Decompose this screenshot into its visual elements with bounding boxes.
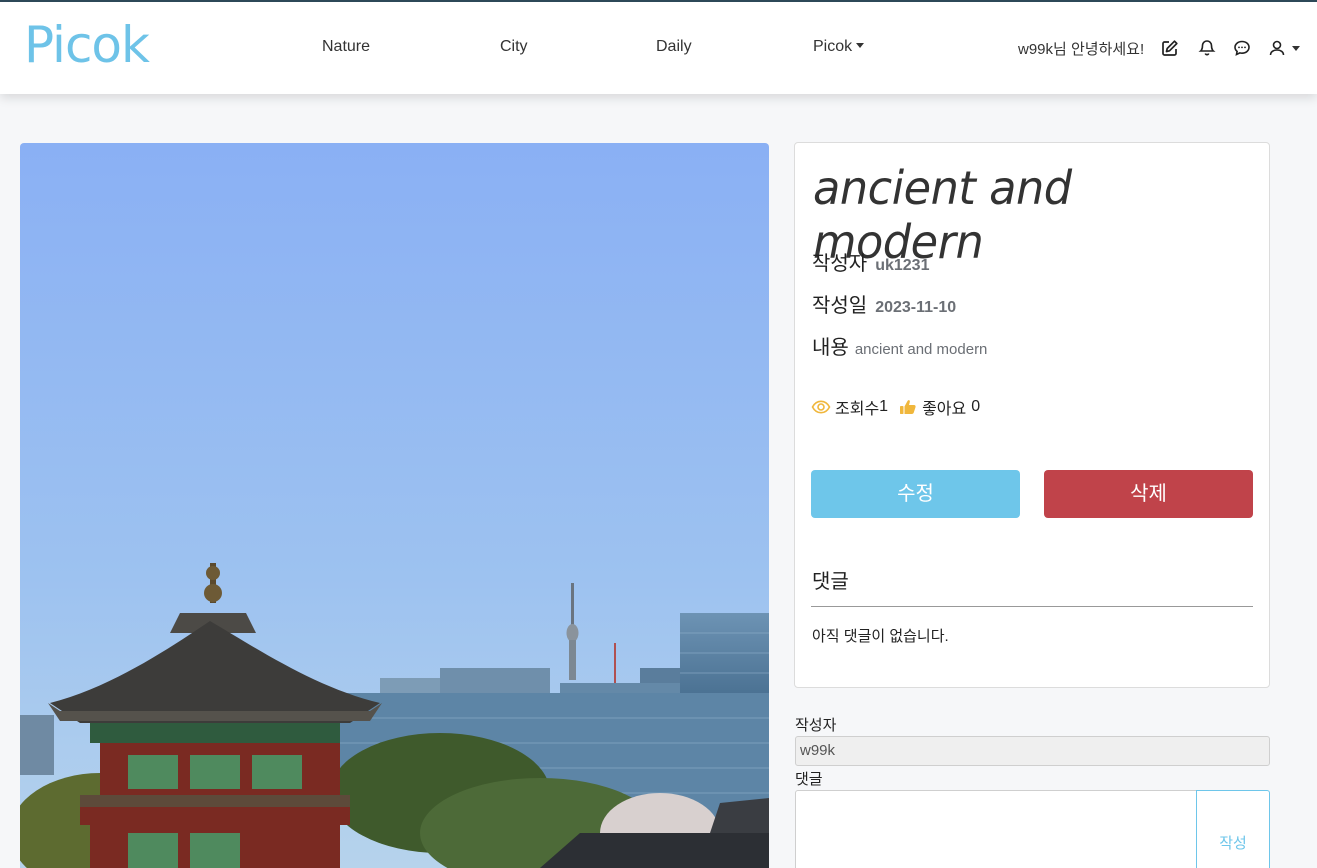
likes-label: 좋아요 (922, 401, 967, 418)
edit-icon[interactable] (1160, 38, 1180, 58)
post-photo (20, 143, 769, 868)
chat-icon[interactable] (1232, 38, 1252, 58)
comments-heading: 댓글 (812, 571, 849, 593)
navbar: Picok Nature City Daily Picok w99k님 안녕하세… (0, 2, 1317, 94)
edit-button[interactable]: 수정 (811, 470, 1020, 518)
date-label: 작성일 (812, 295, 868, 317)
no-comments-message: 아직 댓글이 없습니다. (812, 628, 949, 645)
content-row: 내용 ancient and modern (812, 331, 987, 360)
nav-link-daily[interactable]: Daily (656, 38, 692, 56)
content-value: ancient and modern (854, 341, 988, 358)
user-icon[interactable] (1267, 38, 1287, 58)
date-value: 2023-11-10 (875, 299, 957, 316)
views-label: 조회수 (835, 401, 880, 418)
comment-author-field: w99k (795, 736, 1270, 766)
comments-divider (811, 606, 1253, 607)
user-menu-caret-icon[interactable] (1292, 46, 1300, 51)
comment-author-label: 작성자 (795, 717, 837, 734)
post-detail-card: ancient and modern 작성자 uk1231 작성일 2023-11-… (794, 142, 1270, 688)
nav-link-city[interactable]: City (500, 38, 528, 56)
thumbs-up-icon[interactable] (898, 397, 918, 417)
comment-submit-button[interactable]: 작성 (1196, 790, 1270, 868)
post-stats: 조회수 1 좋아요 0 (811, 395, 980, 419)
author-label: 작성자 (812, 253, 868, 275)
author-value: uk1231 (875, 257, 930, 274)
nav-dropdown-picok[interactable]: Picok (813, 38, 864, 56)
likes-count: 0 (971, 398, 981, 415)
views-count: 1 (879, 398, 889, 415)
content-label: 내용 (812, 337, 849, 359)
comment-text-label: 댓글 (795, 771, 823, 788)
delete-button[interactable]: 삭제 (1044, 470, 1253, 518)
date-row: 작성일 2023-11-10 (812, 289, 956, 318)
bell-icon[interactable] (1197, 38, 1217, 58)
eye-icon (811, 400, 831, 414)
brand-logo[interactable]: Picok (24, 16, 150, 74)
greeting-text: w99k님 안녕하세요! (1018, 41, 1145, 58)
author-row: 작성자 uk1231 (812, 247, 929, 276)
nav-link-nature[interactable]: Nature (322, 38, 370, 56)
comment-textarea[interactable] (795, 790, 1197, 868)
